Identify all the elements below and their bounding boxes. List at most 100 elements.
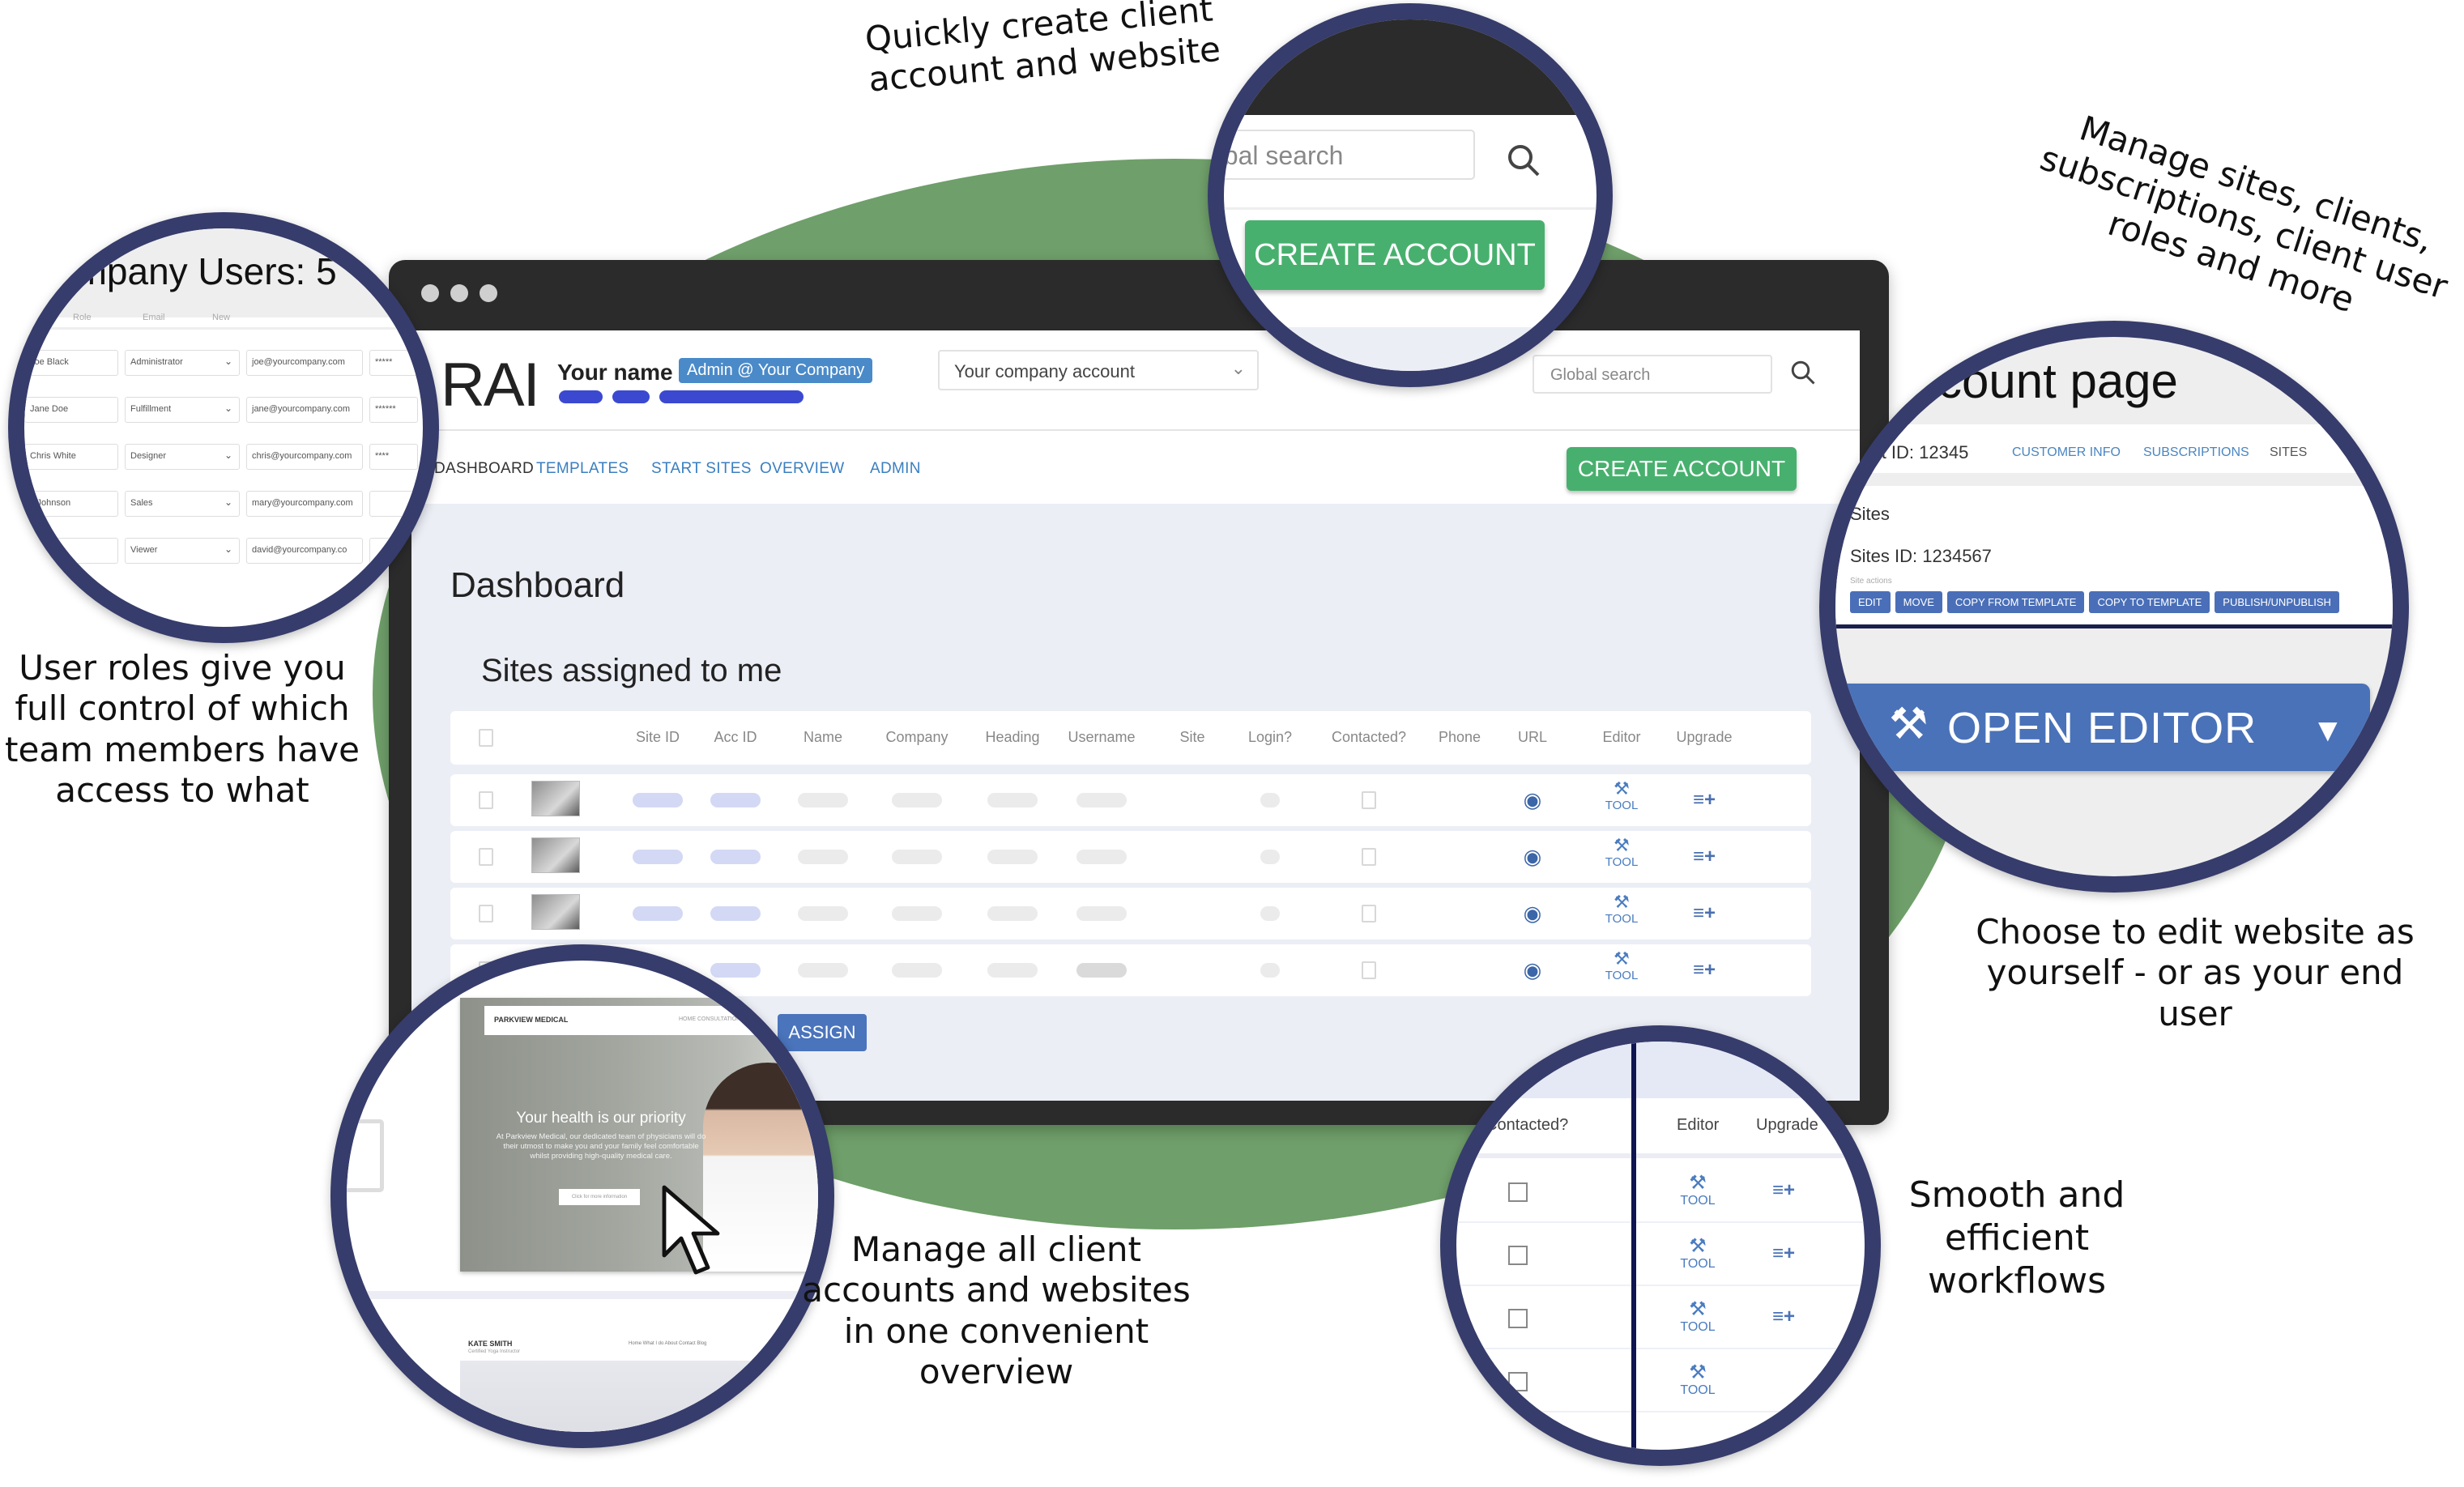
user-role-select[interactable]: Fulfillment ⌄ xyxy=(125,397,240,423)
contacted-checkbox[interactable] xyxy=(1508,1309,1528,1328)
edit-button[interactable]: EDIT xyxy=(1850,591,1891,613)
list-plus-icon[interactable]: ≡+ xyxy=(1693,959,1716,982)
publish-unpublish-button[interactable]: PUBLISH/UNPUBLISH xyxy=(2215,591,2339,613)
column-header[interactable]: Site xyxy=(1179,729,1204,746)
window-dot[interactable] xyxy=(450,284,468,302)
contacted-checkbox[interactable] xyxy=(1508,1182,1528,1202)
user-name-field[interactable]: Chris White xyxy=(24,444,118,470)
eye-icon[interactable]: ◉ xyxy=(1524,901,1542,927)
global-search-input-zoom[interactable]: obal search xyxy=(1224,130,1475,180)
eye-icon[interactable]: ◉ xyxy=(1524,788,1542,813)
column-header[interactable]: Acc ID xyxy=(714,729,757,746)
table-row[interactable]: ◉ ⚒ TOOL ≡+ xyxy=(450,774,1811,826)
user-email-field[interactable]: david@yourcompany.co xyxy=(246,538,363,564)
editor-tool-button[interactable]: ⚒ TOOL xyxy=(1605,893,1639,927)
row-checkbox[interactable] xyxy=(479,848,493,866)
search-icon[interactable] xyxy=(1504,141,1543,180)
window-dot[interactable] xyxy=(480,284,497,302)
column-header[interactable]: Contacted? xyxy=(1332,729,1406,746)
caret-down-icon[interactable]: ▼ xyxy=(2312,713,2344,749)
user-name-field[interactable]: Jane Doe xyxy=(24,397,118,423)
contacted-checkbox[interactable] xyxy=(1508,1246,1528,1265)
table-row[interactable]: ◉ ⚒ TOOL ≡+ xyxy=(450,831,1811,883)
search-icon[interactable] xyxy=(1788,358,1818,387)
contacted-checkbox[interactable] xyxy=(1508,1372,1528,1391)
tab-customer-info[interactable]: CUSTOMER INFO xyxy=(2012,445,2121,460)
user-email-field[interactable]: mary@yourcompany.com xyxy=(246,491,363,517)
move-button[interactable]: MOVE xyxy=(1895,591,1942,613)
user-email-field[interactable]: jane@yourcompany.com xyxy=(246,397,363,423)
user-email-field[interactable]: joe@yourcompany.com xyxy=(246,350,363,376)
table-row[interactable]: ⚒ TOOL ≡+ xyxy=(1456,1289,1865,1349)
user-password-field[interactable] xyxy=(369,538,418,564)
copy-from-template-button[interactable]: COPY FROM TEMPLATE xyxy=(1946,591,2085,613)
user-name-field[interactable]: y Johnson xyxy=(24,491,118,517)
website-preview[interactable]: KATE SMITH Certified Yoga Instructor Hom… xyxy=(460,1331,818,1432)
site-thumbnail[interactable] xyxy=(531,894,580,930)
column-header[interactable]: Site ID xyxy=(636,729,680,746)
contacted-checkbox[interactable] xyxy=(1362,905,1376,922)
nav-templates[interactable]: TEMPLATES xyxy=(536,460,629,478)
create-account-button[interactable]: CREATE ACCOUNT xyxy=(1567,447,1797,491)
column-header[interactable]: Login? xyxy=(1248,729,1292,746)
eye-icon[interactable]: ◉ xyxy=(1524,958,1542,983)
editor-tool-button[interactable]: ⚒ TOOL xyxy=(1605,836,1639,870)
nav-overview[interactable]: OVERVIEW xyxy=(760,460,844,478)
user-role-select[interactable]: Designer ⌄ xyxy=(125,444,240,470)
table-row[interactable]: ⚒ TOOL ≡+ xyxy=(1456,1163,1865,1223)
editor-tool-button[interactable]: ⚒ TOOL xyxy=(1673,1173,1722,1208)
site-thumbnail[interactable] xyxy=(531,837,580,873)
site-thumbnail[interactable] xyxy=(531,781,580,816)
checkbox[interactable] xyxy=(347,1119,384,1192)
user-name-field[interactable]: n xyxy=(24,538,118,564)
user-role-select[interactable]: Administrator ⌄ xyxy=(125,350,240,376)
create-account-button-zoom[interactable]: CREATE ACCOUNT xyxy=(1245,220,1545,290)
column-header[interactable]: Company xyxy=(885,729,948,746)
user-password-field[interactable]: **** xyxy=(369,444,418,470)
list-plus-icon[interactable]: ≡+ xyxy=(1693,846,1716,868)
list-plus-icon[interactable]: ≡+ xyxy=(1772,1306,1795,1328)
column-header[interactable]: Name xyxy=(804,729,842,746)
list-plus-icon[interactable]: ≡+ xyxy=(1772,1179,1795,1202)
editor-tool-button[interactable]: ⚒ TOOL xyxy=(1673,1236,1722,1272)
editor-tool-button[interactable]: ⚒ TOOL xyxy=(1605,779,1639,813)
nav-admin[interactable]: ADMIN xyxy=(870,460,921,478)
table-row[interactable]: ⚒ TOOL ≡+ xyxy=(1456,1226,1865,1286)
table-row[interactable]: ⚒ TOOL xyxy=(1456,1353,1865,1412)
column-header[interactable]: Editor xyxy=(1602,729,1640,746)
user-password-field[interactable] xyxy=(369,491,418,517)
open-editor-button[interactable]: ⚒ OPEN EDITOR ▼ xyxy=(1835,684,2370,771)
user-email-field[interactable]: chris@yourcompany.com xyxy=(246,444,363,470)
user-name-field[interactable]: Joe Black xyxy=(24,350,118,376)
contacted-checkbox[interactable] xyxy=(1362,848,1376,866)
account-select[interactable]: Your company account ⌄ xyxy=(938,350,1259,390)
nav-dashboard[interactable]: DASHBOARD xyxy=(434,460,534,478)
nav-start-sites[interactable]: START SITES xyxy=(651,460,752,478)
user-password-field[interactable]: ****** xyxy=(369,397,418,423)
row-checkbox[interactable] xyxy=(479,905,493,922)
window-dot[interactable] xyxy=(421,284,439,302)
tab-sites[interactable]: SITES xyxy=(2270,445,2307,460)
list-plus-icon[interactable]: ≡+ xyxy=(1693,789,1716,812)
row-checkbox[interactable] xyxy=(479,791,493,809)
user-role-select[interactable]: Sales ⌄ xyxy=(125,491,240,517)
column-header[interactable]: Upgrade xyxy=(1676,729,1732,746)
editor-tool-button[interactable]: ⚒ TOOL xyxy=(1673,1299,1722,1335)
copy-to-template-button[interactable]: COPY TO TEMPLATE xyxy=(2089,591,2210,613)
column-header[interactable]: Phone xyxy=(1439,729,1481,746)
editor-tool-button[interactable]: ⚒ TOOL xyxy=(1673,1362,1722,1398)
list-plus-icon[interactable]: ≡+ xyxy=(1772,1242,1795,1265)
list-plus-icon[interactable]: ≡+ xyxy=(1693,902,1716,925)
select-all-checkbox[interactable] xyxy=(479,729,493,747)
column-header[interactable]: Username xyxy=(1068,729,1135,746)
eye-icon[interactable]: ◉ xyxy=(1524,845,1542,870)
contacted-checkbox[interactable] xyxy=(1362,961,1376,979)
tab-subscriptions[interactable]: SUBSCRIPTIONS xyxy=(2143,445,2249,460)
column-header[interactable]: URL xyxy=(1518,729,1547,746)
website-preview[interactable]: PARKVIEW MEDICAL HOME CONSULTATIONS AB Y… xyxy=(460,998,818,1272)
user-role-select[interactable]: Viewer ⌄ xyxy=(125,538,240,564)
editor-tool-button[interactable]: ⚒ TOOL xyxy=(1605,949,1639,983)
table-row[interactable]: ◉ ⚒ TOOL ≡+ xyxy=(450,888,1811,939)
column-header[interactable]: Heading xyxy=(985,729,1039,746)
contacted-checkbox[interactable] xyxy=(1362,791,1376,809)
